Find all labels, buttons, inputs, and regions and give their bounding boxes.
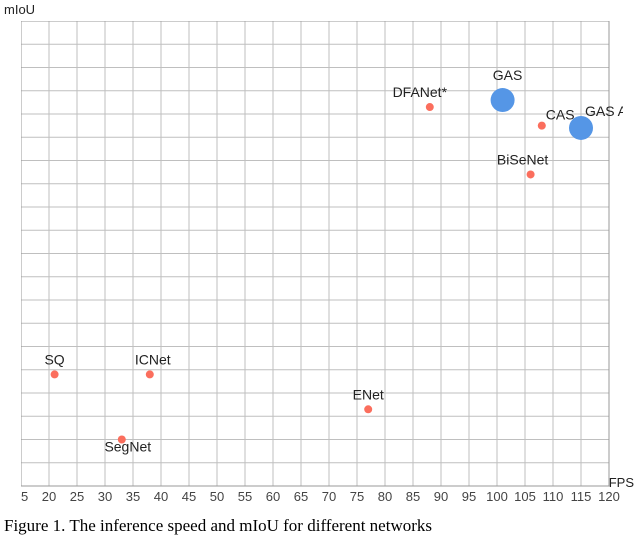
svg-text:90: 90 bbox=[434, 489, 448, 504]
svg-text:85: 85 bbox=[406, 489, 420, 504]
y-axis-label: mIoU bbox=[4, 2, 35, 17]
svg-text:115: 115 bbox=[571, 489, 592, 504]
svg-text:110: 110 bbox=[543, 489, 564, 504]
svg-text:70: 70 bbox=[322, 489, 336, 504]
svg-text:20: 20 bbox=[42, 489, 56, 504]
svg-text:DFANet*: DFANet* bbox=[393, 84, 448, 100]
svg-text:60: 60 bbox=[266, 489, 280, 504]
svg-text:100: 100 bbox=[486, 489, 508, 504]
svg-text:120: 120 bbox=[598, 489, 620, 504]
svg-text:25: 25 bbox=[70, 489, 84, 504]
svg-text:ENet: ENet bbox=[353, 386, 384, 402]
scatter-svg: 15 20 25 30 35 40 45 50 55 60 65 70 75 80 85 90 95 100 105… bbox=[21, 21, 623, 508]
svg-text:30: 30 bbox=[98, 489, 112, 504]
svg-text:80: 80 bbox=[378, 489, 392, 504]
svg-text:75: 75 bbox=[350, 489, 364, 504]
chart-container: mIoU 15202530354045505560657075808590951… bbox=[0, 0, 640, 516]
svg-text:GAS A: GAS A bbox=[585, 103, 623, 119]
svg-text:SQ: SQ bbox=[44, 351, 64, 367]
figure-caption: Figure 1. The inference speed and mIoU f… bbox=[4, 516, 636, 536]
svg-text:35: 35 bbox=[126, 489, 140, 504]
svg-text:40: 40 bbox=[154, 489, 168, 504]
svg-text:45: 45 bbox=[182, 489, 196, 504]
svg-text:GAS: GAS bbox=[493, 67, 523, 83]
plot-area: 15 20 25 30 35 40 45 50 55 60 65 70 75 80 85 90 95 100 105… bbox=[21, 21, 623, 508]
svg-text:95: 95 bbox=[462, 489, 476, 504]
svg-text:SegNet: SegNet bbox=[104, 439, 151, 455]
svg-text:ICNet: ICNet bbox=[135, 351, 171, 367]
svg-text:65: 65 bbox=[294, 489, 308, 504]
svg-text:15: 15 bbox=[21, 489, 28, 504]
svg-text:50: 50 bbox=[210, 489, 224, 504]
x-axis-label: FPS bbox=[609, 475, 634, 490]
svg-text:105: 105 bbox=[514, 489, 536, 504]
svg-text:BiSeNet: BiSeNet bbox=[497, 151, 548, 167]
svg-text:55: 55 bbox=[238, 489, 252, 504]
svg-text:CAS: CAS bbox=[546, 107, 575, 123]
